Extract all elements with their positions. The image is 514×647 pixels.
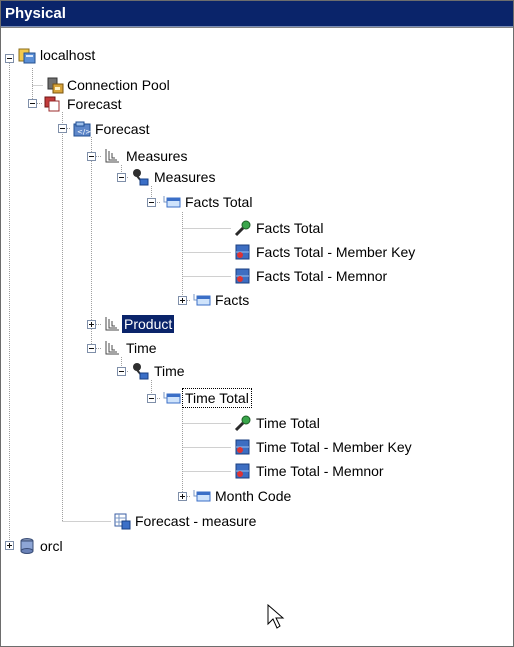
tree-node-measures-hier[interactable]: Measures	[152, 168, 217, 186]
svg-text:</>: </>	[77, 128, 91, 136]
key-icon	[234, 220, 251, 237]
catalog-icon	[44, 96, 60, 112]
column-icon	[235, 439, 250, 455]
expand-facts-total-level-button[interactable]	[147, 198, 156, 207]
schema-icon: </>	[73, 121, 91, 137]
hierarchy-icon	[133, 169, 149, 186]
column-icon	[235, 268, 250, 284]
expand-time-hier-button[interactable]	[117, 367, 126, 376]
tree-node-forecast-measure[interactable]: Forecast - measure	[133, 512, 258, 530]
expand-measures-dim-button[interactable]	[87, 152, 96, 161]
tree-node-connection-pool[interactable]: Connection Pool	[65, 76, 172, 94]
column-icon	[235, 463, 250, 479]
database-icon	[20, 538, 34, 554]
tree-node-facts-total-memnor[interactable]: Facts Total - Memnor	[254, 267, 389, 285]
tree-node-time-total-level[interactable]: Time Total	[182, 388, 252, 408]
tree-node-time-total-memnor[interactable]: Time Total - Memnor	[254, 462, 386, 480]
expand-orcl-button[interactable]	[5, 541, 14, 550]
level-icon	[163, 196, 181, 208]
mouse-cursor-icon	[267, 604, 285, 629]
tree-node-measures-dim[interactable]: Measures	[124, 147, 189, 165]
tree-node-facts-total-member-key[interactable]: Facts Total - Member Key	[254, 243, 417, 261]
column-icon	[235, 244, 250, 260]
tree-node-month-code-level[interactable]: Month Code	[213, 487, 293, 505]
level-icon	[193, 294, 211, 306]
tree-node-forecast-schema[interactable]: Forecast	[93, 120, 151, 138]
expand-forecast-catalog-button[interactable]	[28, 99, 37, 108]
tree-node-time-total-column[interactable]: Time Total	[254, 414, 322, 432]
tree-node-facts-level[interactable]: Facts	[213, 291, 251, 309]
dimension-icon	[105, 149, 119, 163]
tree-node-forecast-catalog[interactable]: Forecast	[65, 95, 123, 113]
database-server-icon	[18, 48, 36, 64]
cube-table-icon	[114, 513, 131, 530]
expand-time-dim-button[interactable]	[87, 344, 96, 353]
dimension-icon	[105, 341, 119, 355]
tree-node-time-total-member-key[interactable]: Time Total - Member Key	[254, 438, 414, 456]
tree-node-facts-total-level[interactable]: Facts Total	[183, 193, 254, 211]
expand-month-code-button[interactable]	[178, 492, 187, 501]
hierarchy-icon	[133, 363, 149, 380]
level-icon	[193, 490, 211, 502]
tree-node-time-hier[interactable]: Time	[152, 362, 187, 380]
expand-facts-button[interactable]	[178, 296, 187, 305]
tree-node-product[interactable]: Product	[122, 315, 175, 333]
tree-node-orcl[interactable]: orcl	[38, 537, 65, 555]
physical-panel: Physical localhost Connection Pool Forec…	[0, 0, 514, 647]
tree-node-time-dim[interactable]: Time	[124, 339, 159, 357]
connection-pool-icon	[47, 77, 64, 94]
expand-time-total-level-button[interactable]	[147, 394, 156, 403]
tree-node-facts-total-column[interactable]: Facts Total	[254, 219, 325, 237]
expand-forecast-schema-button[interactable]	[58, 124, 67, 133]
expand-product-button[interactable]	[87, 320, 96, 329]
key-icon	[234, 415, 251, 432]
expand-localhost-button[interactable]	[5, 54, 14, 63]
level-icon	[163, 392, 181, 404]
tree-node-localhost[interactable]: localhost	[38, 46, 97, 64]
dimension-icon	[105, 317, 119, 331]
expand-measures-hier-button[interactable]	[117, 173, 126, 182]
